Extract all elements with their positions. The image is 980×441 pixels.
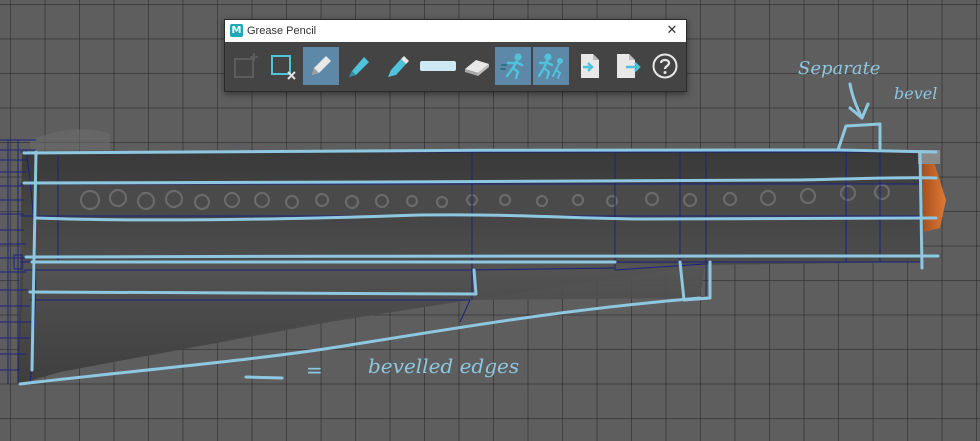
soft-pencil-icon: [388, 56, 409, 77]
legend-note: = bevelled edges: [306, 352, 566, 386]
import-icon: [581, 54, 599, 78]
ghost-next-button[interactable]: [533, 47, 569, 85]
help-icon: [652, 53, 678, 79]
grease-pencil-toolbar: [227, 47, 683, 85]
window-titlebar[interactable]: M Grease Pencil ✕: [225, 20, 686, 42]
maya-logo-icon: M: [230, 24, 243, 37]
eraser-tool-button[interactable]: [459, 47, 495, 85]
help-button[interactable]: [647, 47, 683, 85]
note-line-bevel: bevel: [894, 84, 938, 103]
ornament-band: [40, 184, 920, 216]
note-separate-bevel: Separate bevel: [798, 58, 937, 108]
ghost-previous-button[interactable]: [495, 47, 531, 85]
import-button[interactable]: [571, 47, 607, 85]
export-icon: [617, 54, 641, 78]
note-line-separate: Separate: [798, 58, 881, 79]
ghost-next-icon: [537, 53, 563, 80]
marker-icon: [349, 57, 369, 77]
export-button[interactable]: [609, 47, 645, 85]
eraser-icon: [465, 60, 489, 76]
add-frame-icon: [234, 53, 258, 78]
soft-pencil-tool-button[interactable]: [379, 47, 415, 85]
brush-stroke-tool-button[interactable]: [417, 47, 459, 85]
delete-frame-button[interactable]: [265, 47, 301, 85]
ghost-previous-icon: [500, 53, 524, 80]
grease-pencil-window[interactable]: M Grease Pencil ✕: [224, 19, 687, 92]
viewport-3d[interactable]: Separate bevel = bevelled edges M Grease…: [0, 0, 980, 441]
brush-stroke-icon: [420, 61, 456, 71]
add-frame-button[interactable]: [227, 47, 263, 85]
marker-tool-button[interactable]: [341, 47, 377, 85]
pencil-tool-button[interactable]: [303, 47, 339, 85]
window-title: Grease Pencil: [247, 25, 317, 37]
orange-tip: [922, 160, 946, 232]
delete-frame-icon: [271, 55, 296, 80]
close-button[interactable]: ✕: [664, 22, 680, 40]
legend-equals: =: [306, 358, 323, 382]
legend-bevelled-edges: bevelled edges: [368, 354, 520, 378]
pencil-icon: [312, 56, 331, 75]
left-fragment: [30, 129, 110, 150]
